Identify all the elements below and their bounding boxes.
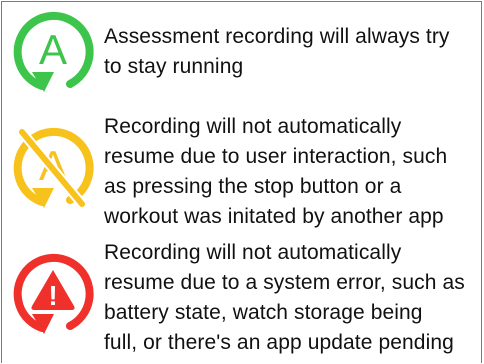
legend-item-system-error: ! Recording will not automatically resum… [0, 232, 484, 364]
recording-error-icon: ! [8, 248, 98, 338]
legend-item-user-interaction: A Recording will not automatically resum… [0, 104, 484, 228]
recording-paused-user-icon: A [8, 122, 98, 212]
legend-text-system-error: Recording will not automatically resume … [104, 241, 465, 354]
legend-item-running: A Assessment recording will always try t… [0, 0, 484, 100]
legend-text-running: Assessment recording will always try to … [104, 25, 450, 78]
legend-text-user-interaction: Recording will not automatically resume … [104, 115, 448, 228]
svg-text:!: ! [48, 280, 57, 311]
recording-running-icon: A [8, 6, 98, 96]
svg-text:A: A [39, 26, 67, 73]
